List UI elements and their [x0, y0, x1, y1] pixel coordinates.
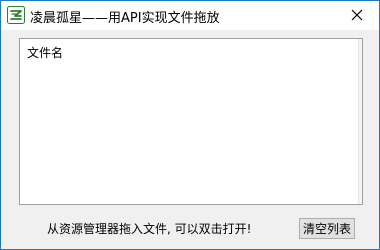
client-area: 文件名 从资源管理器拖入文件, 可以双击打开! 清空列表 — [1, 30, 379, 249]
window-title: 凌晨孤星——用API实现文件拖放 — [30, 11, 220, 26]
file-list[interactable]: 文件名 — [19, 38, 363, 205]
close-icon — [351, 6, 363, 25]
drag-hint-text: 从资源管理器拖入文件, 可以双击打开! — [47, 222, 252, 236]
title-bar[interactable]: 凌晨孤星——用API实现文件拖放 — [1, 1, 379, 30]
column-header-filename: 文件名 — [27, 46, 64, 60]
clear-list-button[interactable]: 清空列表 — [299, 218, 355, 239]
close-button[interactable] — [334, 1, 379, 30]
list-scrollbar[interactable] — [358, 39, 362, 204]
app-logo-icon — [7, 6, 25, 24]
main-window: 凌晨孤星——用API实现文件拖放 文件名 从资源管理器拖入文件, 可以双击打开!… — [0, 0, 380, 250]
